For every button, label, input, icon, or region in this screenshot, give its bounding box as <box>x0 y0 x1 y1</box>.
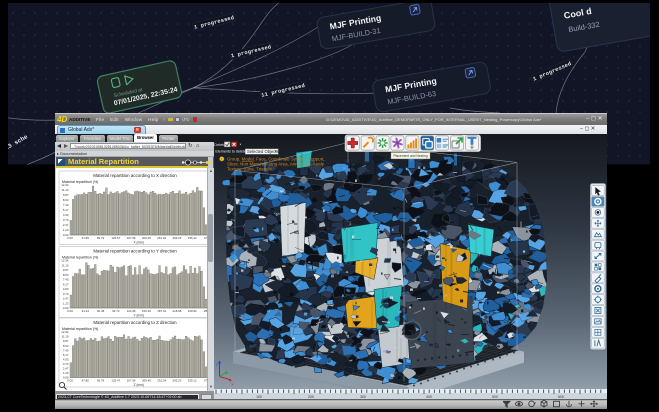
svg-text:293.23: 293.23 <box>173 236 182 240</box>
svg-text:z: z <box>216 362 218 366</box>
svg-text:4.93: 4.93 <box>63 287 69 291</box>
svg-text:3.70: 3.70 <box>63 361 69 365</box>
svg-text:41.89: 41.89 <box>82 236 90 240</box>
svg-text:8.63: 8.63 <box>63 343 69 347</box>
svg-text:0.00: 0.00 <box>67 309 73 313</box>
svg-text:31.24: 31.24 <box>82 309 90 313</box>
svg-text:249.92: 249.92 <box>188 309 197 313</box>
svg-text:Texture, Zone, Triangle: Texture, Zone, Triangle <box>227 166 272 171</box>
svg-text:Z (mm): Z (mm) <box>134 382 144 386</box>
svg-text:9.87: 9.87 <box>63 339 69 343</box>
svg-text:Elements to delete: Elements to delete <box>215 149 246 153</box>
svg-text:47.80: 47.80 <box>82 378 90 382</box>
svg-text:6.17: 6.17 <box>63 208 69 212</box>
svg-text:x: x <box>232 382 234 386</box>
svg-text:12.34: 12.34 <box>61 183 69 187</box>
svg-text:11.10: 11.10 <box>61 263 68 267</box>
svg-text:2.47: 2.47 <box>63 366 69 370</box>
svg-text:1.23: 1.23 <box>63 228 69 232</box>
svg-text:9.87: 9.87 <box>63 193 69 197</box>
svg-text:2.47: 2.47 <box>63 223 69 227</box>
svg-text:1.23: 1.23 <box>63 301 69 305</box>
svg-text:93.72: 93.72 <box>112 309 120 313</box>
svg-text:83.79: 83.79 <box>97 236 105 240</box>
svg-text:8.63: 8.63 <box>63 272 69 276</box>
svg-text:Material repartition according: Material repartition according to Z dire… <box>93 320 177 325</box>
svg-text:1.23: 1.23 <box>63 371 69 375</box>
svg-text:8.63: 8.63 <box>63 198 69 202</box>
svg-text:7.40: 7.40 <box>63 348 69 352</box>
svg-text:251.34: 251.34 <box>157 378 166 382</box>
svg-text:Placement and Nesting: Placement and Nesting <box>393 154 427 158</box>
svg-text:6.17: 6.17 <box>63 282 69 286</box>
svg-text:!: ! <box>221 157 222 161</box>
svg-text:9.87: 9.87 <box>63 268 69 272</box>
svg-text:7.40: 7.40 <box>63 203 69 207</box>
svg-text:335.12: 335.12 <box>188 378 197 382</box>
svg-text:Y (mm): Y (mm) <box>134 313 144 317</box>
svg-text:3.70: 3.70 <box>63 291 69 295</box>
svg-text:125.47: 125.47 <box>111 378 120 382</box>
svg-text:293.23: 293.23 <box>173 378 182 382</box>
svg-text:2.47: 2.47 <box>63 296 69 300</box>
svg-text:0.00: 0.00 <box>67 378 73 382</box>
svg-text:X (mm): X (mm) <box>134 240 144 244</box>
svg-text:6.17: 6.17 <box>63 352 69 356</box>
svg-text:11.10: 11.10 <box>61 188 68 192</box>
svg-text:251.34: 251.34 <box>157 236 166 240</box>
svg-text:125.67: 125.67 <box>111 236 120 240</box>
svg-text:11.10: 11.10 <box>61 334 68 338</box>
svg-text:Delete: Delete <box>214 141 225 146</box>
svg-text:12.34: 12.34 <box>61 330 69 334</box>
svg-text:335.12: 335.12 <box>188 236 197 240</box>
svg-text:Material repartition according: Material repartition according to Y dire… <box>93 248 177 253</box>
svg-text:187.44: 187.44 <box>157 309 166 313</box>
svg-text:62.48: 62.48 <box>97 309 105 313</box>
svg-text:0.00: 0.00 <box>67 236 73 240</box>
svg-text:4.93: 4.93 <box>63 357 69 361</box>
svg-text:218.68: 218.68 <box>173 309 182 313</box>
svg-text:7.40: 7.40 <box>63 277 69 281</box>
svg-text:12.34: 12.34 <box>61 258 69 262</box>
svg-text:Material repartition according: Material repartition according to X dire… <box>93 173 177 178</box>
svg-text:83.78: 83.78 <box>97 378 105 382</box>
svg-text:4.93: 4.93 <box>63 213 69 217</box>
svg-text:3.70: 3.70 <box>63 218 69 222</box>
svg-text:Selected Objects: Selected Objects <box>247 149 279 154</box>
